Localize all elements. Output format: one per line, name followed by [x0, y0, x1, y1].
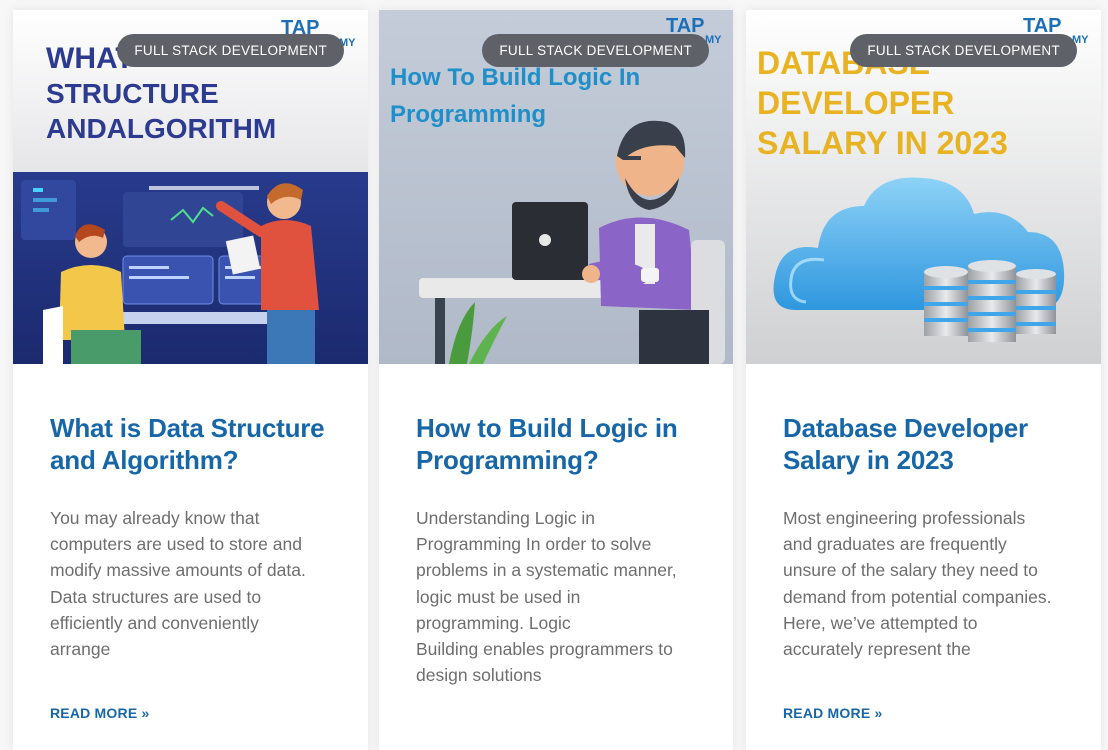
image-headline-line1: How To Build Logic In — [390, 64, 640, 91]
card-thumbnail[interactable]: DATABASE DEVELOPER SALARY IN 2023 TAP MY — [746, 10, 1101, 364]
image-headline-line2: STRUCTURE — [46, 78, 219, 109]
blog-card-build-logic: How To Build Logic In Programming TAP MY — [379, 10, 733, 750]
blog-card-db-salary: DATABASE DEVELOPER SALARY IN 2023 TAP MY — [746, 10, 1101, 750]
read-more-link[interactable]: READ MORE » — [50, 705, 149, 721]
category-badge[interactable]: FULL STACK DEVELOPMENT — [850, 34, 1077, 67]
post-excerpt: You may already know that computers are … — [50, 508, 306, 660]
blog-card-data-structure: WHAT STRUCTURE ANDALGORITHM TAP MY FULL … — [13, 10, 368, 750]
post-excerpt: Most engineering professionals and gradu… — [783, 508, 1052, 660]
image-headline-line3: ANDALGORITHM — [46, 113, 276, 144]
read-more-link[interactable]: READ MORE » — [783, 705, 882, 721]
category-badge[interactable]: FULL STACK DEVELOPMENT — [117, 34, 344, 67]
post-title[interactable]: What is Data Structure and Algorithm? — [50, 412, 331, 476]
post-title[interactable]: How to Build Logic in Programming? — [416, 412, 696, 476]
card-thumbnail[interactable]: How To Build Logic In Programming TAP MY — [379, 10, 733, 364]
image-headline-line2: Programming — [390, 101, 546, 128]
image-headline-line3: SALARY IN 2023 — [757, 125, 1008, 161]
post-title[interactable]: Database Developer Salary in 2023 — [783, 412, 1064, 476]
image-headline-line2: DEVELOPER — [757, 85, 954, 121]
post-excerpt: Understanding Logic in Programming In or… — [416, 508, 677, 686]
card-thumbnail[interactable]: WHAT STRUCTURE ANDALGORITHM TAP MY FULL … — [13, 10, 368, 364]
category-badge[interactable]: FULL STACK DEVELOPMENT — [482, 34, 709, 67]
blog-card-grid: WHAT STRUCTURE ANDALGORITHM TAP MY FULL … — [0, 0, 1108, 750]
